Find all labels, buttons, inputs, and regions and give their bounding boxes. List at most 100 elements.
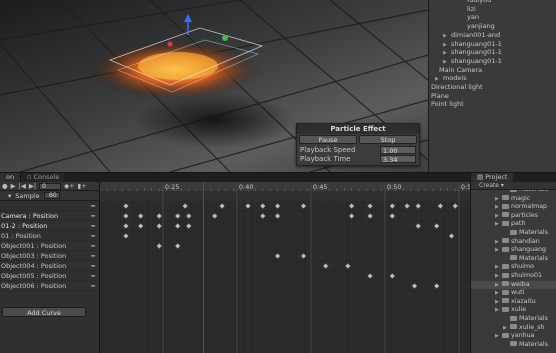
hierarchy-item[interactable]: ▶ models	[435, 74, 467, 83]
project-folder-item[interactable]: ▶ xiazaitu	[495, 298, 536, 307]
expand-arrow-icon[interactable]: ▶	[495, 263, 502, 272]
playback-speed-field[interactable]: 1.00	[380, 145, 416, 155]
tab-project[interactable]: ▤ Project	[471, 173, 514, 182]
project-folder-item[interactable]: Materials	[503, 315, 548, 324]
create-button[interactable]: Create	[479, 182, 499, 189]
curve-options-icon[interactable]: ━	[91, 221, 95, 231]
clip-dropdown-icon[interactable]: ▾	[8, 192, 11, 200]
project-folder-item[interactable]: ▶ yanhua	[495, 332, 534, 341]
folder-label: xiazaitu	[511, 297, 536, 305]
hierarchy-item[interactable]: Main Camera	[439, 66, 482, 75]
project-folder-item[interactable]: ▶ xulie_sh	[503, 324, 545, 333]
project-folder-item[interactable]: ▶ magic	[495, 195, 530, 204]
hierarchy-item[interactable]: ▶ shanguang01-1	[443, 40, 502, 49]
keyframe-marker	[185, 213, 192, 219]
add-curve-button[interactable]: Add Curve	[2, 307, 86, 317]
project-folder-item[interactable]: Materials	[503, 255, 548, 264]
project-folder-item[interactable]: ▶ shandian	[495, 238, 540, 247]
folder-label: shuimo01	[511, 272, 543, 279]
sample-field[interactable]: 60	[43, 192, 60, 199]
hierarchy-item[interactable]: yan	[467, 13, 479, 22]
frame-field[interactable]: 0	[39, 182, 62, 190]
curve-options-icon[interactable]: ━	[91, 241, 95, 251]
expand-arrow-icon[interactable]: ▶	[495, 238, 502, 247]
hierarchy-item[interactable]: ▶ dimian001-and	[443, 31, 500, 40]
ruler-label: 0:50	[387, 183, 402, 191]
hierarchy-panel: fudiyou lizi yan yanjiang ▶ dimian001-and ▶ sha…	[428, 0, 556, 172]
scene-view[interactable]: Particle Effect Pause Stop Playback Spee…	[0, 0, 428, 172]
playback-time-field[interactable]: 3.34	[380, 154, 416, 164]
add-key-icon[interactable]: ◆+	[64, 182, 74, 190]
hierarchy-item-label: models	[443, 74, 467, 83]
hierarchy-item-label: fudiyou	[467, 0, 492, 4]
tab-animation[interactable]: on	[0, 173, 22, 182]
curve-row[interactable]: Object004 : Position ━	[0, 261, 99, 271]
hierarchy-item[interactable]: lizi	[467, 5, 476, 14]
project-folder-item[interactable]: ▶ weiba	[471, 280, 556, 290]
expand-arrow-icon[interactable]: ▶	[495, 212, 502, 221]
project-folder-item[interactable]: ▶ particles	[495, 212, 538, 221]
curve-row[interactable]: Object001 : Position ━	[0, 241, 99, 251]
record-icon[interactable]: ●	[2, 182, 8, 190]
curve-row[interactable]: 01-2 : Position ━	[0, 221, 99, 231]
folder-icon	[502, 246, 509, 252]
curve-options-icon[interactable]: ━	[91, 261, 95, 271]
keyframe-marker	[137, 213, 144, 219]
curve-options-icon[interactable]: ━	[91, 211, 95, 221]
hierarchy-item[interactable]: yanjiang	[467, 22, 495, 31]
expand-arrow-icon[interactable]: ▶	[495, 220, 502, 229]
gizmo-handle[interactable]	[222, 35, 228, 41]
hierarchy-item[interactable]: Directional light	[431, 83, 483, 92]
keyframe-marker	[182, 203, 188, 209]
play-icon[interactable]: ▶	[11, 182, 16, 190]
keyframe-marker	[348, 203, 355, 209]
expand-arrow-icon[interactable]: ▶	[495, 195, 502, 204]
curve-row[interactable]: Object006 : Position ━	[0, 281, 99, 291]
folder-label: yanhua	[511, 332, 535, 340]
expand-arrow-icon[interactable]: ▶	[495, 246, 502, 255]
expand-arrow-icon[interactable]: ▶	[495, 281, 502, 290]
keyframe-marker	[123, 233, 129, 239]
project-folder-item[interactable]: Materials	[503, 341, 548, 350]
project-folder-item[interactable]: ▶ xulie	[495, 306, 526, 315]
hierarchy-item-label: Plane	[431, 91, 449, 100]
curve-options-icon[interactable]: ━	[91, 251, 95, 261]
expand-arrow-icon[interactable]: ▶	[495, 203, 502, 212]
project-folder-item[interactable]: ▶ normalmap	[495, 203, 547, 212]
pause-button[interactable]: Pause	[299, 135, 357, 144]
expand-arrow-icon[interactable]: ▶	[495, 306, 502, 315]
project-folder-item[interactable]: ▶ wuti	[495, 289, 524, 298]
expand-arrow-icon[interactable]: ▶	[495, 272, 502, 281]
project-folder-item[interactable]: ▶ shanguang	[495, 246, 546, 255]
expand-arrow-icon[interactable]: ▶	[495, 289, 502, 298]
prev-key-icon[interactable]: |◀	[19, 182, 26, 190]
hierarchy-item[interactable]: Point light	[431, 100, 464, 109]
project-folder-item[interactable]: ▶ shuimo01	[495, 272, 542, 281]
project-folder-item[interactable]: Materials	[503, 229, 548, 238]
curve-row[interactable]: Camera : Position ━	[0, 211, 99, 221]
curve-options-icon[interactable]: ━	[91, 231, 95, 241]
folder-label: Materials	[519, 229, 548, 236]
expand-arrow-icon[interactable]: ▶	[495, 332, 502, 341]
timeline-canvas[interactable]: 0:25 0:40 0:45 0:50 0:55	[100, 182, 470, 353]
expand-arrow-icon[interactable]: ▶	[495, 298, 502, 307]
hierarchy-item[interactable]: ▶ shanguang01-1	[443, 57, 502, 66]
project-folder-item[interactable]: ▶ shuimo	[495, 263, 534, 272]
curve-row[interactable]: ━	[0, 201, 99, 211]
dopesheet-timeline[interactable]: 0:25 0:40 0:45 0:50 0:55	[100, 182, 470, 353]
add-event-icon[interactable]: ▮+	[78, 182, 87, 190]
hierarchy-item[interactable]: ▶ shanguang01-1	[443, 48, 502, 57]
tab-console[interactable]: ▫ Console	[21, 173, 67, 182]
project-folder-item[interactable]: ▶ path	[495, 220, 525, 229]
curve-row[interactable]: 01 : Position ━	[0, 231, 99, 241]
sample-row: ▾ Sample 60	[0, 191, 99, 201]
curve-row[interactable]: Object005 : Position ━	[0, 271, 99, 281]
stop-button[interactable]: Stop	[359, 135, 417, 144]
curve-options-icon[interactable]: ━	[91, 271, 95, 281]
curve-options-icon[interactable]: ━	[91, 201, 95, 211]
expand-arrow-icon[interactable]: ▶	[503, 324, 510, 333]
next-key-icon[interactable]: ▶|	[29, 182, 36, 190]
curve-row[interactable]: Object003 : Position ━	[0, 251, 99, 261]
hierarchy-item[interactable]: Plane	[431, 92, 449, 101]
curve-options-icon[interactable]: ━	[91, 281, 95, 291]
